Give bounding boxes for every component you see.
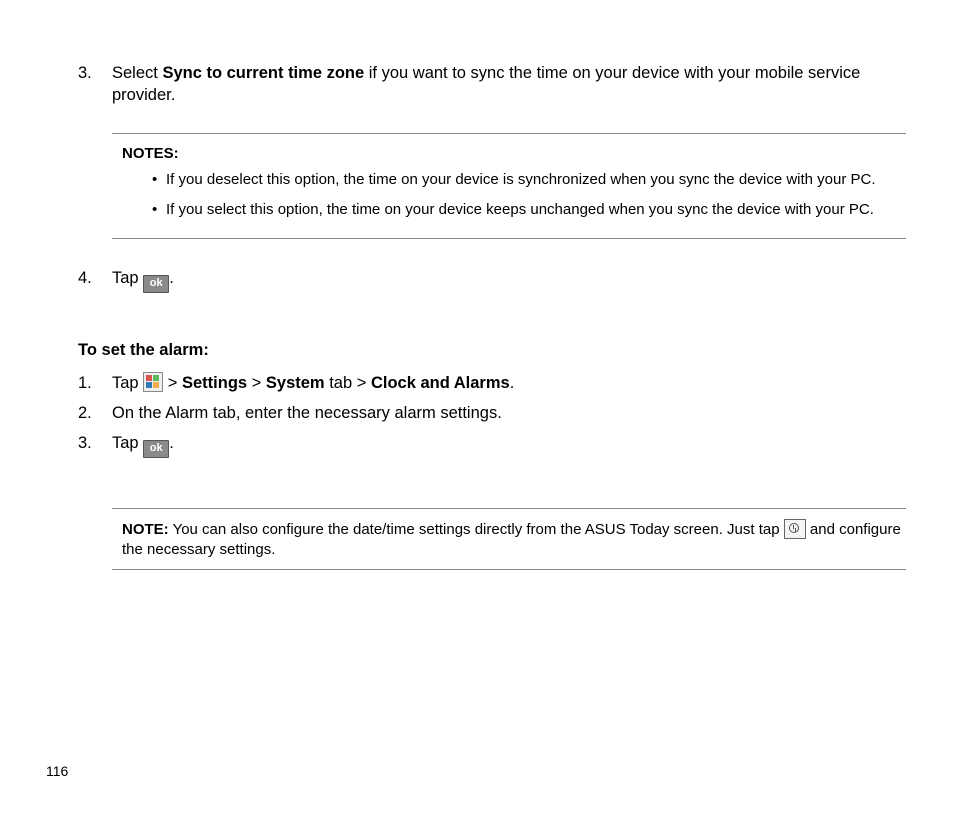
step-number: 1.: [78, 372, 112, 394]
system-label: System: [266, 374, 325, 392]
step-body: On the Alarm tab, enter the necessary al…: [112, 402, 906, 424]
text: .: [169, 269, 174, 287]
step-body: Select Sync to current time zone if you …: [112, 62, 906, 107]
clock-icon: [784, 519, 806, 539]
note-text: You can also configure the date/time set…: [169, 521, 784, 538]
step-number: 2.: [78, 402, 112, 424]
manual-page: 3. Select Sync to current time zone if y…: [0, 0, 954, 823]
step-body: Tap > Settings > System tab > Clock and …: [112, 372, 906, 394]
alarm-steps: 1. Tap > Settings > System tab > Clock a…: [78, 372, 906, 459]
clock-alarms-label: Clock and Alarms: [371, 374, 510, 392]
text: Tap: [112, 434, 143, 452]
text: On the Alarm tab, enter the necessary al…: [112, 404, 502, 422]
text: tab >: [325, 374, 371, 392]
step-4: 4. Tap ok.: [78, 267, 906, 293]
alarm-step-3: 3. Tap ok.: [78, 432, 906, 458]
bullet-dot: •: [152, 170, 166, 190]
text: >: [247, 374, 266, 392]
step-number: 3.: [78, 62, 112, 107]
settings-label: Settings: [182, 374, 247, 392]
bullet-dot: •: [152, 200, 166, 220]
step-body: Tap ok.: [112, 432, 906, 458]
ok-icon: ok: [143, 440, 169, 458]
sync-option-name: Sync to current time zone: [162, 64, 364, 82]
alarm-heading: To set the alarm:: [78, 339, 906, 361]
alarm-step-1: 1. Tap > Settings > System tab > Clock a…: [78, 372, 906, 394]
step-number: 4.: [78, 267, 112, 293]
notes-title: NOTES:: [122, 144, 906, 164]
step-number: 3.: [78, 432, 112, 458]
step-body: Tap ok.: [112, 267, 906, 293]
notes-bullet-1: • If you deselect this option, the time …: [122, 170, 906, 190]
step-3: 3. Select Sync to current time zone if y…: [78, 62, 906, 107]
ok-icon: ok: [143, 275, 169, 293]
alarm-step-2: 2. On the Alarm tab, enter the necessary…: [78, 402, 906, 424]
text: Select: [112, 64, 162, 82]
notes-block: NOTES: • If you deselect this option, th…: [112, 133, 906, 240]
notes-text: If you select this option, the time on y…: [166, 200, 874, 220]
notes-bullet-2: • If you select this option, the time on…: [122, 200, 906, 220]
windows-flag-icon: [143, 372, 163, 392]
text: Tap: [112, 374, 143, 392]
text: .: [169, 434, 174, 452]
text: .: [510, 374, 515, 392]
page-number: 116: [46, 762, 68, 781]
note-label: NOTE:: [122, 521, 169, 538]
text: Tap: [112, 269, 143, 287]
note-block: NOTE: You can also configure the date/ti…: [112, 508, 906, 570]
notes-text: If you deselect this option, the time on…: [166, 170, 876, 190]
text: >: [163, 374, 182, 392]
